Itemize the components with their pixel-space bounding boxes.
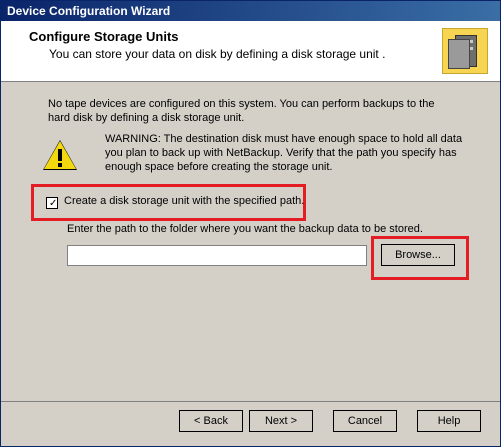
window-title: Device Configuration Wizard <box>7 4 171 18</box>
warning-icon <box>43 140 77 173</box>
info-text: No tape devices are configured on this s… <box>48 98 435 124</box>
server-icon <box>442 28 488 74</box>
next-button[interactable]: Next > <box>249 410 313 432</box>
checkmark-icon: ✓ <box>49 198 58 209</box>
create-disk-storage-unit-checkbox[interactable]: ✓ <box>46 197 58 209</box>
back-button[interactable]: < Back <box>179 410 243 432</box>
page-subtitle: You can store your data on disk by defin… <box>49 47 386 61</box>
footer-divider <box>1 401 500 402</box>
help-button[interactable]: Help <box>417 410 481 432</box>
path-label: Enter the path to the folder where you w… <box>67 223 423 235</box>
warning-text: WARNING: The destination disk must have … <box>105 133 463 173</box>
window-title-bar: Device Configuration Wizard <box>1 1 500 21</box>
backup-path-input[interactable] <box>67 245 367 266</box>
wizard-header: Configure Storage Units You can store yo… <box>1 21 500 82</box>
cancel-button[interactable]: Cancel <box>333 410 397 432</box>
browse-button[interactable]: Browse... <box>381 244 455 266</box>
device-configuration-wizard-window: Device Configuration Wizard Configure St… <box>0 0 501 447</box>
create-disk-storage-unit-label[interactable]: Create a disk storage unit with the spec… <box>64 195 304 207</box>
page-title: Configure Storage Units <box>29 29 179 44</box>
